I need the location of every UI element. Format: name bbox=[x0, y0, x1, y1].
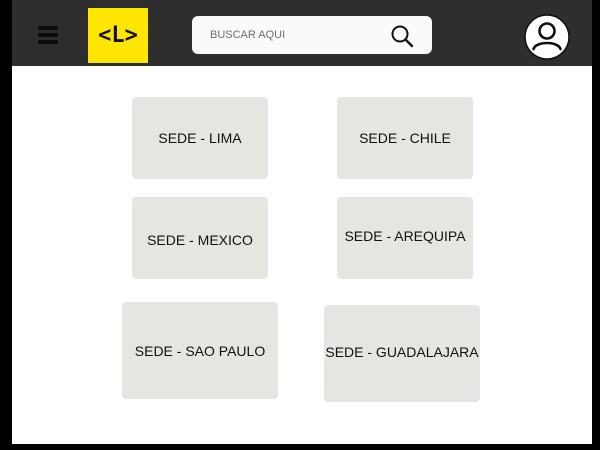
main-content bbox=[12, 66, 592, 444]
sede-card-label: SEDE - CHILE bbox=[359, 130, 451, 146]
sede-card-label: SEDE - LIMA bbox=[158, 130, 242, 146]
user-avatar-icon[interactable] bbox=[524, 14, 570, 60]
sede-card-lima[interactable]: SEDE - LIMA bbox=[132, 97, 268, 179]
sede-card-mexico[interactable]: SEDE - MEXICO bbox=[132, 197, 268, 279]
app-frame: <L> SEDE - LIMA SEDE - CHILE SEDE - MEXI… bbox=[0, 0, 600, 450]
logo-text: <L> bbox=[98, 23, 138, 48]
search-input[interactable] bbox=[204, 25, 386, 45]
sede-card-label: SEDE - MEXICO bbox=[147, 232, 253, 248]
sede-card-arequipa[interactable]: SEDE - AREQUIPA bbox=[337, 197, 473, 279]
logo[interactable]: <L> bbox=[88, 8, 148, 63]
search-icon[interactable] bbox=[390, 24, 414, 48]
sede-card-label: SEDE - AREQUIPA bbox=[344, 228, 466, 244]
sede-card-label: SEDE - SAO PAULO bbox=[134, 342, 266, 359]
hamburger-icon[interactable] bbox=[38, 24, 58, 44]
sede-card-chile[interactable]: SEDE - CHILE bbox=[337, 97, 473, 179]
sede-card-guadalajara[interactable]: SEDE - GUADALAJARA bbox=[324, 305, 480, 402]
sede-card-sao-paulo[interactable]: SEDE - SAO PAULO bbox=[122, 302, 278, 399]
sede-card-label: SEDE - GUADALAJARA bbox=[325, 343, 479, 360]
